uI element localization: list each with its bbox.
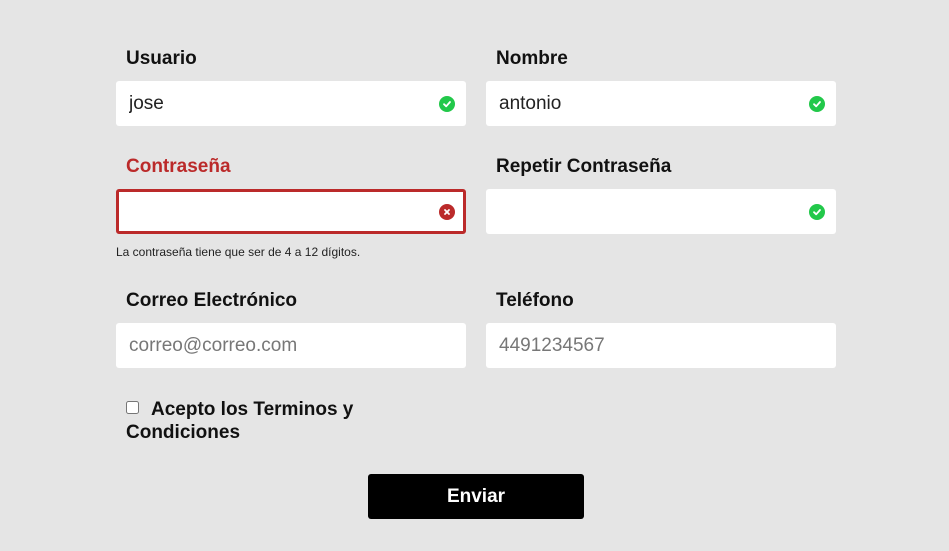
check-circle-icon [439, 95, 455, 112]
nombre-field-wrapper [486, 81, 836, 126]
x-circle-icon [439, 203, 455, 220]
password-repeat-input[interactable] [489, 192, 833, 231]
phone-label: Teléfono [496, 290, 574, 311]
password-field-wrapper [116, 189, 466, 234]
nombre-group: Nombre [486, 47, 836, 126]
check-circle-icon [809, 203, 825, 220]
nombre-label: Nombre [496, 48, 568, 69]
terms-label: Acepto los Terminos y Condiciones [126, 399, 354, 443]
password-error-message: La contraseña tiene que ser de 4 a 12 dí… [116, 245, 361, 259]
phone-field-wrapper [486, 323, 836, 368]
phone-input[interactable] [489, 326, 833, 365]
submit-button[interactable]: Enviar [368, 474, 584, 519]
check-circle-icon [809, 95, 825, 112]
email-input[interactable] [119, 326, 463, 365]
usuario-input[interactable] [119, 84, 463, 123]
usuario-group: Usuario [116, 47, 466, 126]
password-label: Contraseña [126, 156, 231, 177]
phone-group: Teléfono [486, 289, 836, 368]
password-repeat-label: Repetir Contraseña [496, 156, 672, 177]
usuario-field-wrapper [116, 81, 466, 126]
password-group: Contraseña La contraseña tiene que ser d… [116, 155, 466, 259]
email-label: Correo Electrónico [126, 290, 298, 311]
password-input[interactable] [119, 192, 463, 231]
nombre-input[interactable] [489, 84, 833, 123]
terms-checkbox[interactable] [126, 401, 139, 414]
password-repeat-group: Repetir Contraseña [486, 155, 836, 234]
usuario-label: Usuario [126, 48, 197, 69]
email-field-wrapper [116, 323, 466, 368]
email-group: Correo Electrónico [116, 289, 466, 368]
password-repeat-field-wrapper [486, 189, 836, 234]
terms-checkbox-row[interactable]: Acepto los Terminos y Condiciones [126, 398, 386, 444]
